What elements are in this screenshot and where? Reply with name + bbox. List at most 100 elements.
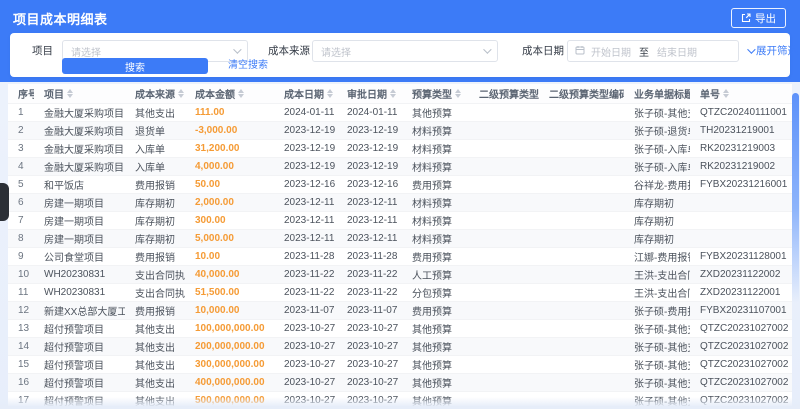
table-row[interactable]: 13 超付预警项目 其他支出 100,000,000.00 2023-10-27 2023…: [8, 318, 792, 337]
table-cell: 其他支出: [125, 336, 185, 355]
cost-source-select[interactable]: 请选择: [312, 40, 498, 62]
expand-filters-link[interactable]: 展开筛选: [747, 40, 798, 62]
side-panel-handle[interactable]: [0, 183, 9, 221]
table-cell: WH20230831: [34, 264, 125, 283]
table-row[interactable]: 1 金融大厦采购项目 其他支出 111.00 2024-01-11 2024-01-11 其…: [8, 102, 792, 121]
table-cell: [539, 120, 624, 139]
table-cell: 2023-11-22: [274, 264, 337, 283]
table-cell: 2023-12-19: [337, 138, 402, 157]
table-cell: [469, 102, 539, 121]
column-header-label: 项目: [44, 89, 64, 101]
table-cell: 4: [8, 156, 34, 175]
table-cell: ZXD20231122002: [690, 264, 792, 283]
table-cell: 金融大厦采购项目: [34, 138, 125, 157]
table-cell: 2023-10-27: [337, 318, 402, 337]
table-row[interactable]: 11WH20230831支出合同执行51,500.002023-11-22202…: [8, 282, 792, 301]
table-cell: 费用报销: [125, 300, 185, 319]
column-header[interactable]: 业务单据标题: [624, 84, 690, 103]
column-header[interactable]: 成本金额: [185, 84, 274, 103]
cost-source-select-placeholder: 请选择: [321, 47, 351, 59]
table-cell: 12: [8, 300, 34, 319]
table-row[interactable]: 4 金融大厦采购项目 入库单 4,000.00 2023-12-19 2023-12-19…: [8, 156, 792, 175]
table-cell: 5,000.00: [185, 228, 274, 247]
column-header: 序号: [8, 84, 34, 103]
column-header[interactable]: 预算类型: [402, 84, 469, 103]
table-cell: [539, 282, 624, 301]
table-cell: 其他支出: [125, 372, 185, 391]
table-cell: [539, 138, 624, 157]
table-cell: 其他支出: [125, 318, 185, 337]
filter-panel: 项目 请选择 成本来源 请选择 成本日期 开始日期 至 结束日期 展开筛选 搜索…: [10, 33, 798, 77]
column-header[interactable]: 成本日期: [274, 84, 337, 103]
table-cell: 张子硕-入库单: [624, 156, 690, 175]
table-cell: [539, 174, 624, 193]
table-row[interactable]: 15 超付预警项目 其他支出 300,000,000.00 2023-10-27 2023…: [8, 354, 792, 373]
table-cell: 王洪-支出合同执行: [624, 282, 690, 301]
table-cell: 1: [8, 102, 34, 121]
table-cell: TH20231219001: [690, 120, 792, 139]
table-row[interactable]: 7 房建一期项目 库存期初 300.00 2023-12-11 2023-12-11 材料预…: [8, 210, 792, 229]
sort-icon[interactable]: [178, 88, 184, 98]
column-header[interactable]: 项目: [34, 84, 125, 103]
column-header[interactable]: 二级预算类型: [469, 84, 539, 103]
table-cell: [539, 264, 624, 283]
table-cell: [690, 228, 792, 247]
sort-icon[interactable]: [723, 88, 729, 98]
table-cell: 111.00: [185, 102, 274, 121]
scrollbar-thumb[interactable]: [792, 93, 799, 303]
table-cell: 费用预算: [402, 300, 469, 319]
sort-icon[interactable]: [455, 88, 461, 98]
table-cell: [690, 192, 792, 211]
sort-icon[interactable]: [390, 88, 396, 98]
table-row[interactable]: 16 超付预警项目 其他支出 400,000,000.00 2023-10-27 2023…: [8, 372, 792, 391]
cost-date-range-input[interactable]: 开始日期 至 结束日期: [567, 40, 739, 62]
table-cell: 其他预算: [402, 372, 469, 391]
table-cell: 王洪-支出合同执行: [624, 264, 690, 283]
table-row[interactable]: 6 房建一期项目 库存期初 2,000.00 2023-12-11 2023-12-11 材…: [8, 192, 792, 211]
column-header[interactable]: 审批日期: [337, 84, 402, 103]
table-cell: 17: [8, 390, 34, 409]
table-cell: [469, 264, 539, 283]
sort-icon[interactable]: [327, 88, 333, 98]
table-cell: 张子硕-其他支出: [624, 354, 690, 373]
table-cell: 2023-11-28: [337, 246, 402, 265]
table-cell: [539, 390, 624, 409]
table-row[interactable]: 9 公司食堂项目 费用报销 10.00 2023-11-28 2023-11-28 费用预算…: [8, 246, 792, 265]
page-title: 项目成本明细表: [13, 12, 108, 27]
table-cell: [469, 300, 539, 319]
sort-icon[interactable]: [238, 88, 244, 98]
table-cell: 9: [8, 246, 34, 265]
table-cell: 2023-10-27: [337, 390, 402, 409]
table-row[interactable]: 8 房建一期项目 库存期初 5,000.00 2023-12-11 2023-12-11 材…: [8, 228, 792, 247]
table-cell: 2023-12-11: [337, 192, 402, 211]
export-button[interactable]: 导出: [731, 8, 786, 28]
table-cell: QTZC20240111001: [690, 102, 792, 121]
table-row[interactable]: 3 金融大厦采购项目 入库单 31,200.00 2023-12-19 2023-12-1…: [8, 138, 792, 157]
search-button[interactable]: 搜索: [62, 58, 208, 74]
sort-icon[interactable]: [67, 88, 73, 98]
table-cell: [469, 282, 539, 301]
table-cell: 超付预警项目: [34, 390, 125, 409]
table-row[interactable]: 17 超付预警项目 其他支出 500,000,000.00 2023-10-27 2023…: [8, 390, 792, 409]
table-cell: 40,000.00: [185, 264, 274, 283]
clear-search-button[interactable]: 清空搜索: [228, 58, 268, 74]
table-cell: 2023-12-11: [274, 228, 337, 247]
column-header[interactable]: 成本来源: [125, 84, 185, 103]
table-cell: 15: [8, 354, 34, 373]
table-cell: [539, 156, 624, 175]
table-cell: 其他预算: [402, 354, 469, 373]
table-cell: 11: [8, 282, 34, 301]
table-cell: 200,000,000.00: [185, 336, 274, 355]
column-header[interactable]: 单号: [690, 84, 792, 103]
table-cell: 材料预算: [402, 138, 469, 157]
table-row[interactable]: 14 超付预警项目 其他支出 200,000,000.00 2023-10-27 2023…: [8, 336, 792, 355]
table-cell: 其他支出: [125, 354, 185, 373]
table-row[interactable]: 10WH20230831支出合同执行40,000.002023-11-22202…: [8, 264, 792, 283]
table-row[interactable]: 12新建XX总部大厦工程二期费用报销10,000.002023-11-07202…: [8, 300, 792, 319]
table-cell: 10.00: [185, 246, 274, 265]
table-cell: 2023-10-27: [337, 336, 402, 355]
table-row[interactable]: 2 金融大厦采购项目 退货单 -3,000.00 2023-12-19 2023-12-1…: [8, 120, 792, 139]
table-row[interactable]: 5 和平饭店 费用报销 50.00 2023-12-16 2023-12-16 费用预算 谷祥…: [8, 174, 792, 193]
column-header[interactable]: 二级预算类型编码: [539, 84, 624, 103]
table-cell: [469, 156, 539, 175]
